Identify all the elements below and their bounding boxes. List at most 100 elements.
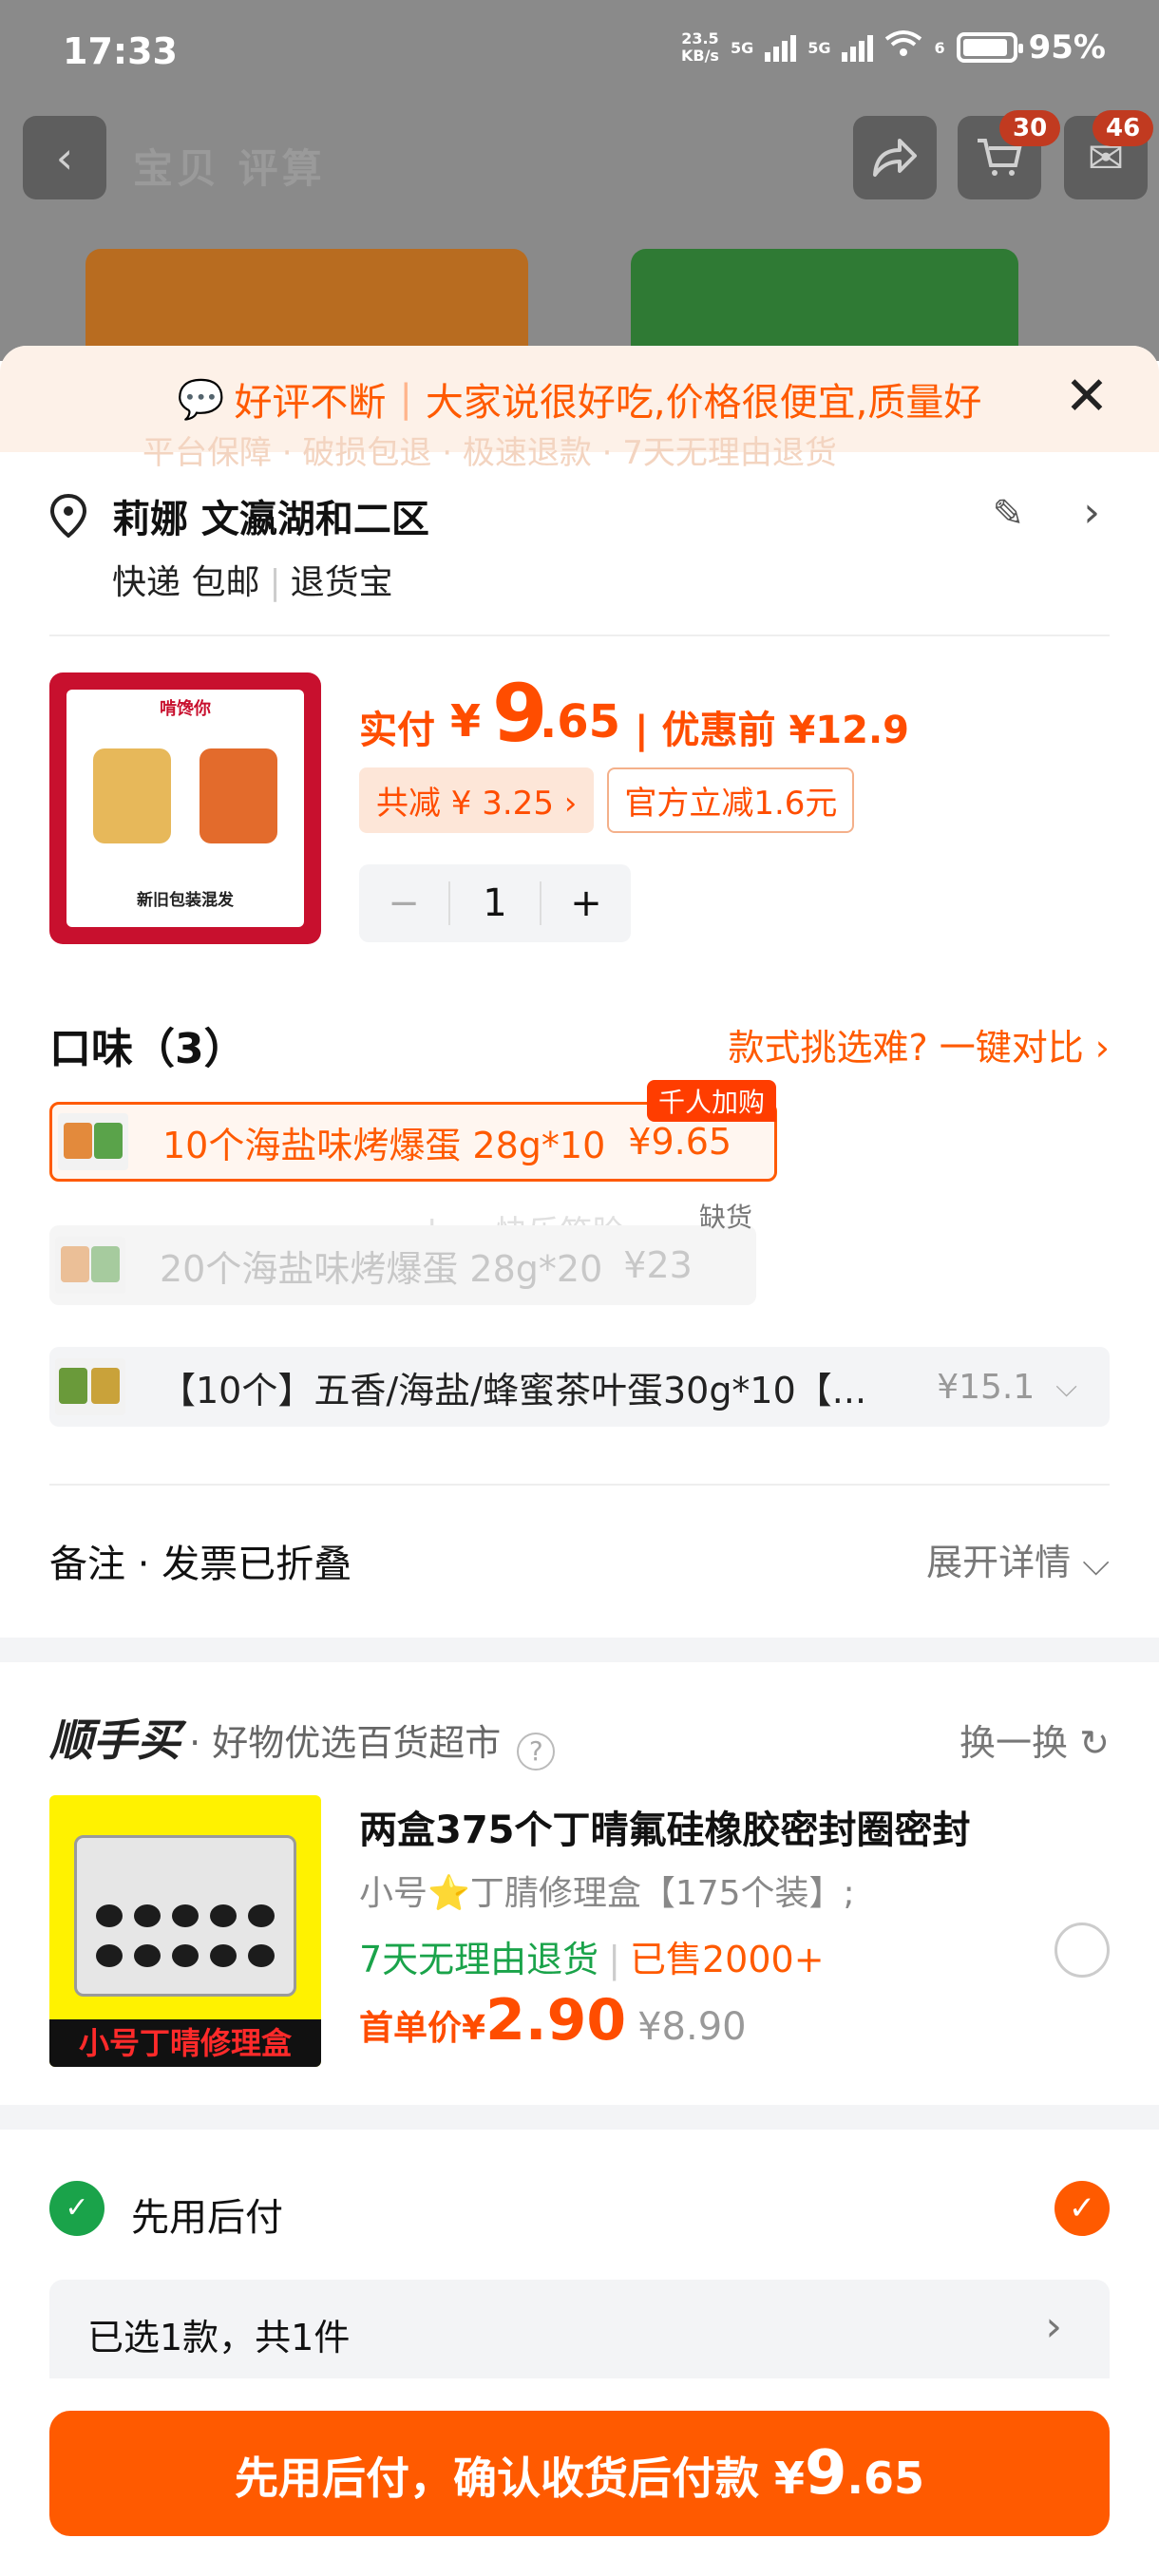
wifi-icon	[884, 28, 922, 66]
recommend-meta: 7天无理由退货 | 已售2000+	[359, 1939, 825, 1980]
recommend-price: 首单价¥2.90 ¥8.90	[359, 1987, 747, 2054]
refresh-icon: ↻	[1079, 1722, 1110, 1764]
out-of-stock-badge: 缺货	[698, 1202, 752, 1233]
selected-summary[interactable]: 已选1款，共1件 ›	[49, 2280, 1110, 2378]
selected-summary-text: 已选1款，共1件	[87, 2317, 351, 2358]
option-thumb	[55, 1358, 125, 1415]
section-gap	[0, 1638, 1159, 1662]
recommend-image-label: 小号丁晴修理盒	[49, 2019, 321, 2067]
quantity-value[interactable]: 1	[448, 881, 542, 925]
cart-count-badge: 30	[999, 110, 1061, 146]
increase-button[interactable]: +	[542, 881, 631, 925]
note-label: 备注 · 发票已折叠	[49, 1543, 352, 1586]
select-radio[interactable]	[1054, 1923, 1110, 1978]
recommend-subtitle: · 好物优选百货超市	[189, 1722, 502, 1764]
section-gap	[0, 2105, 1159, 2130]
expand-details[interactable]: 展开详情 ⌵	[926, 1533, 1110, 1585]
payment-method-label: 先用后付	[131, 2196, 283, 2240]
chevron-right-icon[interactable]: ›	[1083, 488, 1100, 537]
option-label: 10个海盐味烤爆蛋 28g*10	[162, 1124, 606, 1166]
option-label: 【10个】五香/海盐/蜂蜜茶叶蛋30g*10【...	[160, 1369, 867, 1411]
recommend-header: 顺手买 · 好物优选百货超市 ? 换一换 ↻	[49, 1706, 1110, 1771]
help-icon[interactable]: ?	[517, 1732, 556, 1771]
status-time: 17:33	[63, 30, 178, 72]
chevron-right-icon: ›	[1045, 2302, 1062, 2351]
bg-title: 宝贝 评算	[133, 145, 326, 192]
quantity-stepper: − 1 +	[359, 864, 631, 942]
original-price: | 优惠前 ¥12.9	[635, 709, 909, 752]
review-banner: 💬 好评不断 | 大家说很好吃,价格很便宜,质量好 ✕ 平台保障 · 破损包退 …	[0, 346, 1159, 472]
discount-tags: 共减 ¥ 3.25 › 官方立减1.6元	[359, 767, 855, 833]
status-bar: 17:33 23.5 KB/s 5G 5G 6 95%	[0, 0, 1159, 104]
total-discount-tag[interactable]: 共减 ¥ 3.25 ›	[359, 767, 595, 833]
battery-icon	[956, 32, 1023, 63]
signal-icon-2	[842, 33, 874, 62]
banner-text: 大家说很好吃,价格很便宜,质量好	[425, 381, 982, 425]
banner-ghost-text: 平台保障 · 破损包退 · 极速退款 · 7天无理由退货	[142, 434, 837, 472]
delivery-method: 快递 包邮	[112, 563, 260, 602]
popular-badge: 千人加购	[646, 1080, 776, 1122]
recommend-image: 小号丁晴修理盒	[49, 1795, 321, 2067]
battery-level: 95%	[1028, 28, 1106, 66]
share-button[interactable]	[853, 116, 937, 199]
chevron-left-icon: ‹	[55, 132, 74, 183]
decrease-button[interactable]: −	[359, 881, 448, 925]
flavor-option-2[interactable]: 20个海盐味烤爆蛋 28g*20 ¥23 缺货	[49, 1202, 756, 1305]
divider	[49, 635, 1110, 636]
edit-icon[interactable]: ✎	[992, 492, 1024, 536]
recommend-item[interactable]: 小号丁晴修理盒 两盒375个丁晴氟硅橡胶密封圈密封 小号⭐丁腈修理盒【175个装…	[49, 1795, 1110, 2071]
egg-pack-orange	[200, 748, 277, 843]
product-brand: 啃馋你	[160, 699, 211, 719]
pay-label: 实付	[359, 709, 435, 752]
o-ring-box	[74, 1835, 296, 1997]
background-topbar: ‹ 宝贝 评算 30 ✉ 46	[0, 110, 1159, 211]
price-decimal: .65	[540, 695, 621, 748]
net-speed: 23.5 KB/s	[680, 29, 719, 65]
flavor-option-3[interactable]: 【10个】五香/海盐/蜂蜜茶叶蛋30g*10【... ¥15.1 ⌵	[49, 1347, 1110, 1427]
share-icon	[873, 139, 917, 177]
option-price: ¥9.65	[628, 1121, 732, 1163]
location-pin-icon	[49, 493, 91, 539]
swap-button[interactable]: 换一换 ↻	[960, 1714, 1110, 1766]
banner-separator: |	[399, 377, 412, 421]
product-image[interactable]: 啃馋你 新旧包装混发	[49, 672, 321, 944]
option-price: ¥23	[623, 1244, 693, 1286]
recommend-spec: 小号⭐丁腈修理盒【175个装】;	[359, 1874, 855, 1913]
back-button[interactable]: ‹	[23, 116, 106, 199]
egg-pack-green	[93, 748, 171, 843]
chevron-down-icon: ⌵	[1055, 1370, 1077, 1404]
chat-bubble-icon: 💬	[177, 377, 225, 422]
message-count-badge: 46	[1092, 110, 1154, 146]
note-invoice-row[interactable]: 备注 · 发票已折叠 展开详情 ⌵	[49, 1533, 1110, 1588]
option-label: 20个海盐味烤爆蛋 28g*20	[160, 1247, 603, 1290]
wifi-sub: 6	[934, 38, 945, 57]
check-icon[interactable]: ✓	[1054, 2181, 1110, 2236]
address-name: 莉娜 文瀛湖和二区	[112, 498, 429, 541]
banner-prefix: 好评不断	[234, 381, 387, 425]
return-policy: 7天无理由退货	[359, 1939, 599, 1980]
option-thumb	[58, 1113, 128, 1170]
sold-count: 已售2000+	[630, 1939, 825, 1980]
option-price: ¥15.1	[937, 1367, 1036, 1407]
close-icon[interactable]: ✕	[1058, 369, 1115, 426]
flavor-title: 口味（3）	[49, 1025, 246, 1073]
product-summary: 啃馋你 新旧包装混发 实付 ¥ 9 .65 | 优惠前 ¥12.9 共减 ¥ 3…	[49, 667, 1110, 957]
order-sheet: 💬 好评不断 | 大家说很好吃,价格很便宜,质量好 ✕ 平台保障 · 破损包退 …	[0, 346, 1159, 2576]
product-image-caption: 新旧包装混发	[137, 891, 234, 910]
return-service: 退货宝	[290, 563, 393, 602]
sig2-label: 5G	[808, 38, 831, 57]
recommend-title: 两盒375个丁晴氟硅橡胶密封圈密封	[359, 1809, 971, 1852]
delivery-info: 快递 包邮 | 退货宝	[112, 563, 393, 602]
confirm-button[interactable]: 先用后付，确认收货后付款 ¥9.65	[49, 2411, 1110, 2536]
flavor-option-1[interactable]: 10个海盐味烤爆蛋 28g*10 ¥9.65 千人加购	[49, 1080, 777, 1182]
status-icons: 23.5 KB/s 5G 5G 6 95%	[681, 28, 1106, 66]
divider	[49, 1484, 1110, 1486]
recommend-logo: 顺手买	[49, 1714, 180, 1766]
currency-symbol: ¥	[450, 695, 482, 747]
official-discount-tag: 官方立减1.6元	[607, 767, 855, 833]
option-thumb	[55, 1237, 125, 1294]
compare-link[interactable]: 款式挑选难? 一键对比 ›	[728, 1018, 1110, 1070]
sig1-label: 5G	[730, 38, 754, 57]
pay-later-icon: ✓	[49, 2181, 104, 2236]
signal-icon	[765, 33, 797, 62]
